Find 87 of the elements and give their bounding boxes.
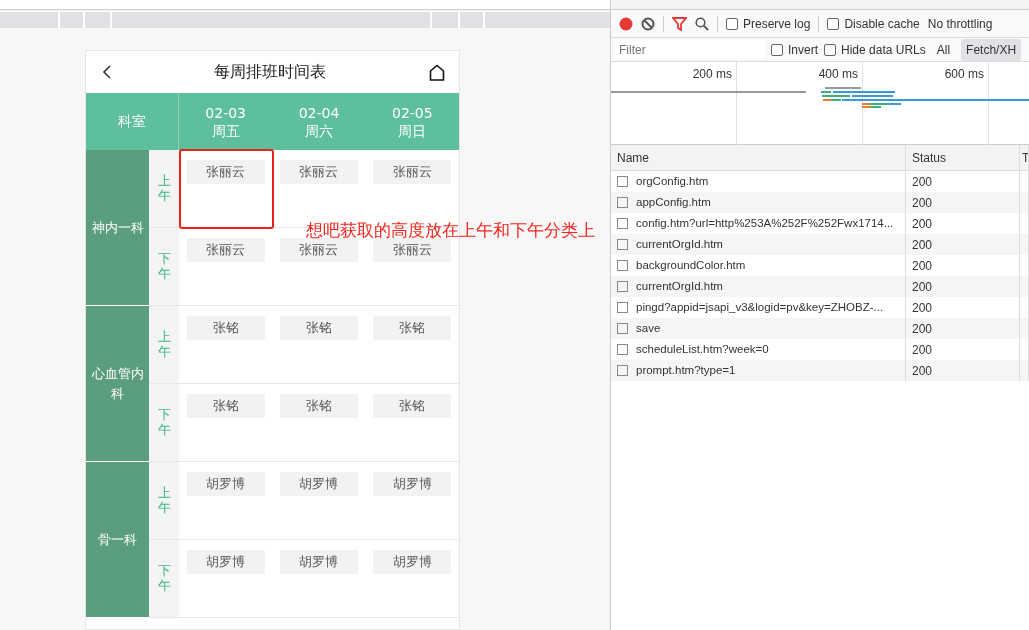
request-name[interactable]: orgConfig.htm — [636, 172, 709, 191]
row-checkbox[interactable] — [617, 176, 628, 187]
status-cell-text: 200 — [912, 341, 933, 359]
doctor-chip[interactable]: 张丽云 — [186, 238, 265, 262]
filter-type-tab[interactable]: Fetch/XH — [961, 38, 1022, 61]
row-checkbox[interactable] — [617, 260, 628, 271]
period-cell: 下午 — [149, 540, 179, 617]
filter-type-tab[interactable]: All — [931, 38, 956, 61]
doctor-chip[interactable]: 张铭 — [186, 394, 265, 418]
filter-field[interactable]: Filter — [615, 39, 765, 60]
period-cell: 上午 — [149, 306, 179, 383]
doctor-chip[interactable]: 胡罗博 — [186, 550, 265, 574]
home-icon[interactable] — [429, 63, 445, 81]
doctor-chip[interactable]: 张丽云 — [373, 160, 452, 184]
status-cell-text: 200 — [912, 320, 933, 338]
doctor-chip[interactable]: 张铭 — [373, 394, 452, 418]
time-tick-label: 400 ms — [818, 67, 858, 81]
date-label: 02-05 — [391, 103, 433, 122]
doctor-chip[interactable]: 张铭 — [373, 316, 452, 340]
doctor-chip[interactable]: 张丽云 — [373, 238, 452, 262]
department-cell: 骨一科 — [86, 462, 149, 618]
status-cell-text: 200 — [912, 215, 933, 233]
filter-icon[interactable] — [672, 16, 687, 31]
column-header[interactable]: Status — [912, 148, 947, 167]
status-cell-text: 200 — [912, 173, 933, 191]
back-icon[interactable] — [102, 65, 111, 79]
column-header[interactable]: Name — [617, 148, 649, 167]
doctor-chip[interactable]: 胡罗博 — [373, 550, 452, 574]
request-name[interactable]: pingd?appid=jsapi_v3&logid=pv&key=ZHOBZ-... — [636, 298, 884, 317]
status-cell-text: 200 — [912, 257, 933, 275]
checkbox-label[interactable]: Invert — [788, 40, 818, 59]
request-name[interactable]: backgroundColor.htm — [636, 256, 746, 275]
doctor-chip[interactable]: 张丽云 — [186, 160, 265, 184]
time-tick-label: 200 ms — [692, 67, 732, 81]
checkbox-label[interactable]: Hide data URLs — [841, 40, 926, 59]
request-name[interactable]: currentOrgId.htm — [636, 235, 723, 254]
row-checkbox[interactable] — [617, 239, 628, 250]
date-label: 02-04 — [298, 103, 340, 122]
request-name[interactable]: appConfig.htm — [636, 193, 711, 212]
checkbox[interactable] — [726, 17, 738, 30]
throttling-dropdown[interactable]: No throttling — [927, 14, 993, 33]
row-checkbox[interactable] — [617, 197, 628, 208]
doctor-chip[interactable]: 胡罗博 — [373, 472, 452, 496]
doctor-chip[interactable]: 胡罗博 — [280, 550, 358, 574]
row-checkbox[interactable] — [617, 344, 628, 355]
date-label: 02-03 — [205, 103, 246, 122]
request-name[interactable]: prompt.htm?type=1 — [636, 361, 736, 380]
row-checkbox[interactable] — [617, 218, 628, 229]
doctor-chip[interactable]: 胡罗博 — [280, 472, 358, 496]
search-icon[interactable] — [695, 16, 709, 31]
request-name[interactable]: save — [636, 319, 661, 338]
department-cell: 心血管内科 — [86, 306, 149, 462]
weekday-label: 周六 — [305, 121, 333, 140]
row-checkbox[interactable] — [617, 281, 628, 292]
row-checkbox[interactable] — [617, 365, 628, 376]
row-checkbox[interactable] — [617, 323, 628, 334]
checkbox-label[interactable]: Preserve log — [743, 14, 811, 33]
weekday-label: 周日 — [398, 121, 427, 140]
page-title: 每周排班时间表 — [214, 61, 326, 83]
period-cell: 上午 — [149, 150, 179, 227]
request-name[interactable]: currentOrgId.htm — [636, 277, 723, 296]
checkbox-label[interactable]: Disable cache — [844, 14, 920, 33]
doctor-chip[interactable]: 张铭 — [186, 316, 265, 340]
doctor-chip[interactable]: 张铭 — [280, 316, 358, 340]
department-cell: 神内一科 — [86, 150, 149, 306]
checkbox[interactable] — [771, 43, 783, 56]
clear-icon[interactable] — [641, 16, 655, 31]
row-checkbox[interactable] — [617, 302, 628, 313]
checkbox[interactable] — [827, 17, 840, 30]
request-name[interactable]: config.htm?url=http%253A%252F%252Fwx1714... — [636, 214, 894, 233]
period-cell: 下午 — [149, 384, 179, 461]
doctor-chip[interactable]: 张丽云 — [280, 160, 358, 184]
period-cell: 上午 — [149, 462, 179, 539]
status-cell-text: 200 — [912, 194, 933, 212]
period-cell: 下午 — [149, 228, 179, 305]
record-button[interactable] — [619, 16, 633, 31]
status-cell-text: 200 — [912, 362, 933, 380]
checkbox[interactable] — [824, 43, 836, 56]
weekday-label: 周五 — [211, 121, 240, 140]
doctor-chip[interactable]: 胡罗博 — [186, 472, 265, 496]
doctor-chip[interactable]: 张丽云 — [280, 238, 358, 262]
time-tick-label: 600 ms — [944, 67, 984, 81]
doctor-chip[interactable]: 张铭 — [280, 394, 358, 418]
status-cell-text: 200 — [912, 236, 933, 254]
status-cell-text: 200 — [912, 299, 933, 317]
status-cell-text: 200 — [912, 278, 933, 296]
request-name[interactable]: scheduleList.htm?week=0 — [636, 340, 769, 359]
